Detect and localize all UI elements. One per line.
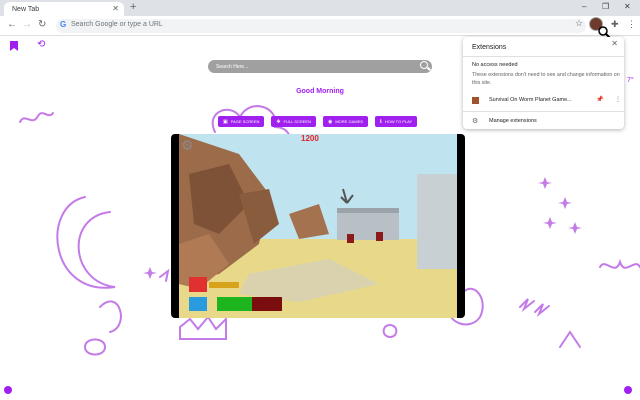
extension-more-icon[interactable]: ⋮ <box>615 96 621 103</box>
bookmark-star-icon[interactable]: ☆ <box>575 18 583 29</box>
window-close-button[interactable]: ✕ <box>624 2 631 11</box>
tab-title: New Tab <box>12 6 40 13</box>
page-screen-icon: ▣ <box>223 118 228 125</box>
popup-close-icon[interactable]: ✕ <box>611 39 618 48</box>
game-settings-icon[interactable]: ⚙ <box>181 137 194 154</box>
settings-icon[interactable] <box>4 386 12 394</box>
full-screen-button[interactable]: ✥ FULL SCREEN <box>271 116 316 127</box>
info-corner-icon[interactable] <box>624 386 632 394</box>
popup-section-desc: These extensions don't need to see and c… <box>472 72 620 86</box>
manage-extensions-row[interactable]: ⚙ Manage extensions <box>472 117 622 127</box>
omnibox-placeholder: Search Google or type a URL <box>71 21 163 28</box>
tab-new-tab[interactable]: New Tab ✕ <box>4 2 124 16</box>
info-icon: ℹ <box>379 118 382 125</box>
pin-icon[interactable]: 📌 <box>596 96 603 103</box>
full-screen-label: FULL SCREEN <box>283 119 311 124</box>
new-tab-button[interactable]: + <box>130 1 136 13</box>
history-icon[interactable]: ⟲ <box>37 39 45 50</box>
how-to-play-button[interactable]: ℹ HOW TO PLAY <box>374 116 418 127</box>
search-input[interactable] <box>216 60 406 73</box>
page-search <box>208 60 432 73</box>
full-screen-icon: ✥ <box>276 118 281 125</box>
google-icon: G <box>60 20 67 29</box>
manage-extensions-label: Manage extensions <box>489 118 537 124</box>
page-screen-label: PAGE SCREEN <box>230 119 260 124</box>
extension-game-icon <box>472 97 479 104</box>
temperature-label: 7° <box>627 77 634 84</box>
extension-name[interactable]: Survival On Worm Planet Game... <box>489 97 572 103</box>
game-score: 1200 <box>301 134 319 143</box>
reload-button[interactable]: ↻ <box>38 19 46 30</box>
minimize-button[interactable]: – <box>582 2 586 11</box>
extensions-popup: Extensions ✕ No access needed These exte… <box>463 37 624 129</box>
popup-divider-2 <box>463 111 624 112</box>
more-games-button[interactable]: ◉ MORE GAMES <box>322 116 368 127</box>
tab-close-icon[interactable]: ✕ <box>112 4 119 13</box>
browser-menu-icon[interactable]: ⋮ <box>627 19 636 30</box>
popup-title: Extensions <box>472 44 507 51</box>
manage-gear-icon: ⚙ <box>472 118 479 125</box>
forward-button[interactable]: → <box>22 19 32 30</box>
how-to-play-label: HOW TO PLAY <box>384 119 413 124</box>
gamepad-icon: ◉ <box>327 118 333 125</box>
browser-toolbar: ← → ↻ G Search Google or type a URL ☆ ✚ … <box>0 16 640 40</box>
page-screen-button[interactable]: ▣ PAGE SCREEN <box>218 116 265 127</box>
more-games-label: MORE GAMES <box>335 119 363 124</box>
search-icon[interactable] <box>420 61 428 69</box>
tab-strip: New Tab ✕ + – ❐ ✕ <box>0 0 640 16</box>
omnibox[interactable]: G Search Google or type a URL <box>56 19 586 33</box>
game-frame[interactable]: ⚙ 1200 <box>171 134 465 318</box>
restore-button[interactable]: ❐ <box>602 2 609 11</box>
game-scene[interactable] <box>179 134 457 318</box>
popup-divider <box>463 56 624 57</box>
back-button[interactable]: ← <box>7 19 17 30</box>
popup-section-title: No access needed <box>472 62 518 68</box>
game-controls: ▣ PAGE SCREEN ✥ FULL SCREEN ◉ MORE GAMES… <box>218 116 418 127</box>
extension-row[interactable]: Survival On Worm Planet Game... 📌 ⋮ <box>472 96 622 106</box>
extensions-puzzle-icon[interactable]: ✚ <box>611 19 619 30</box>
